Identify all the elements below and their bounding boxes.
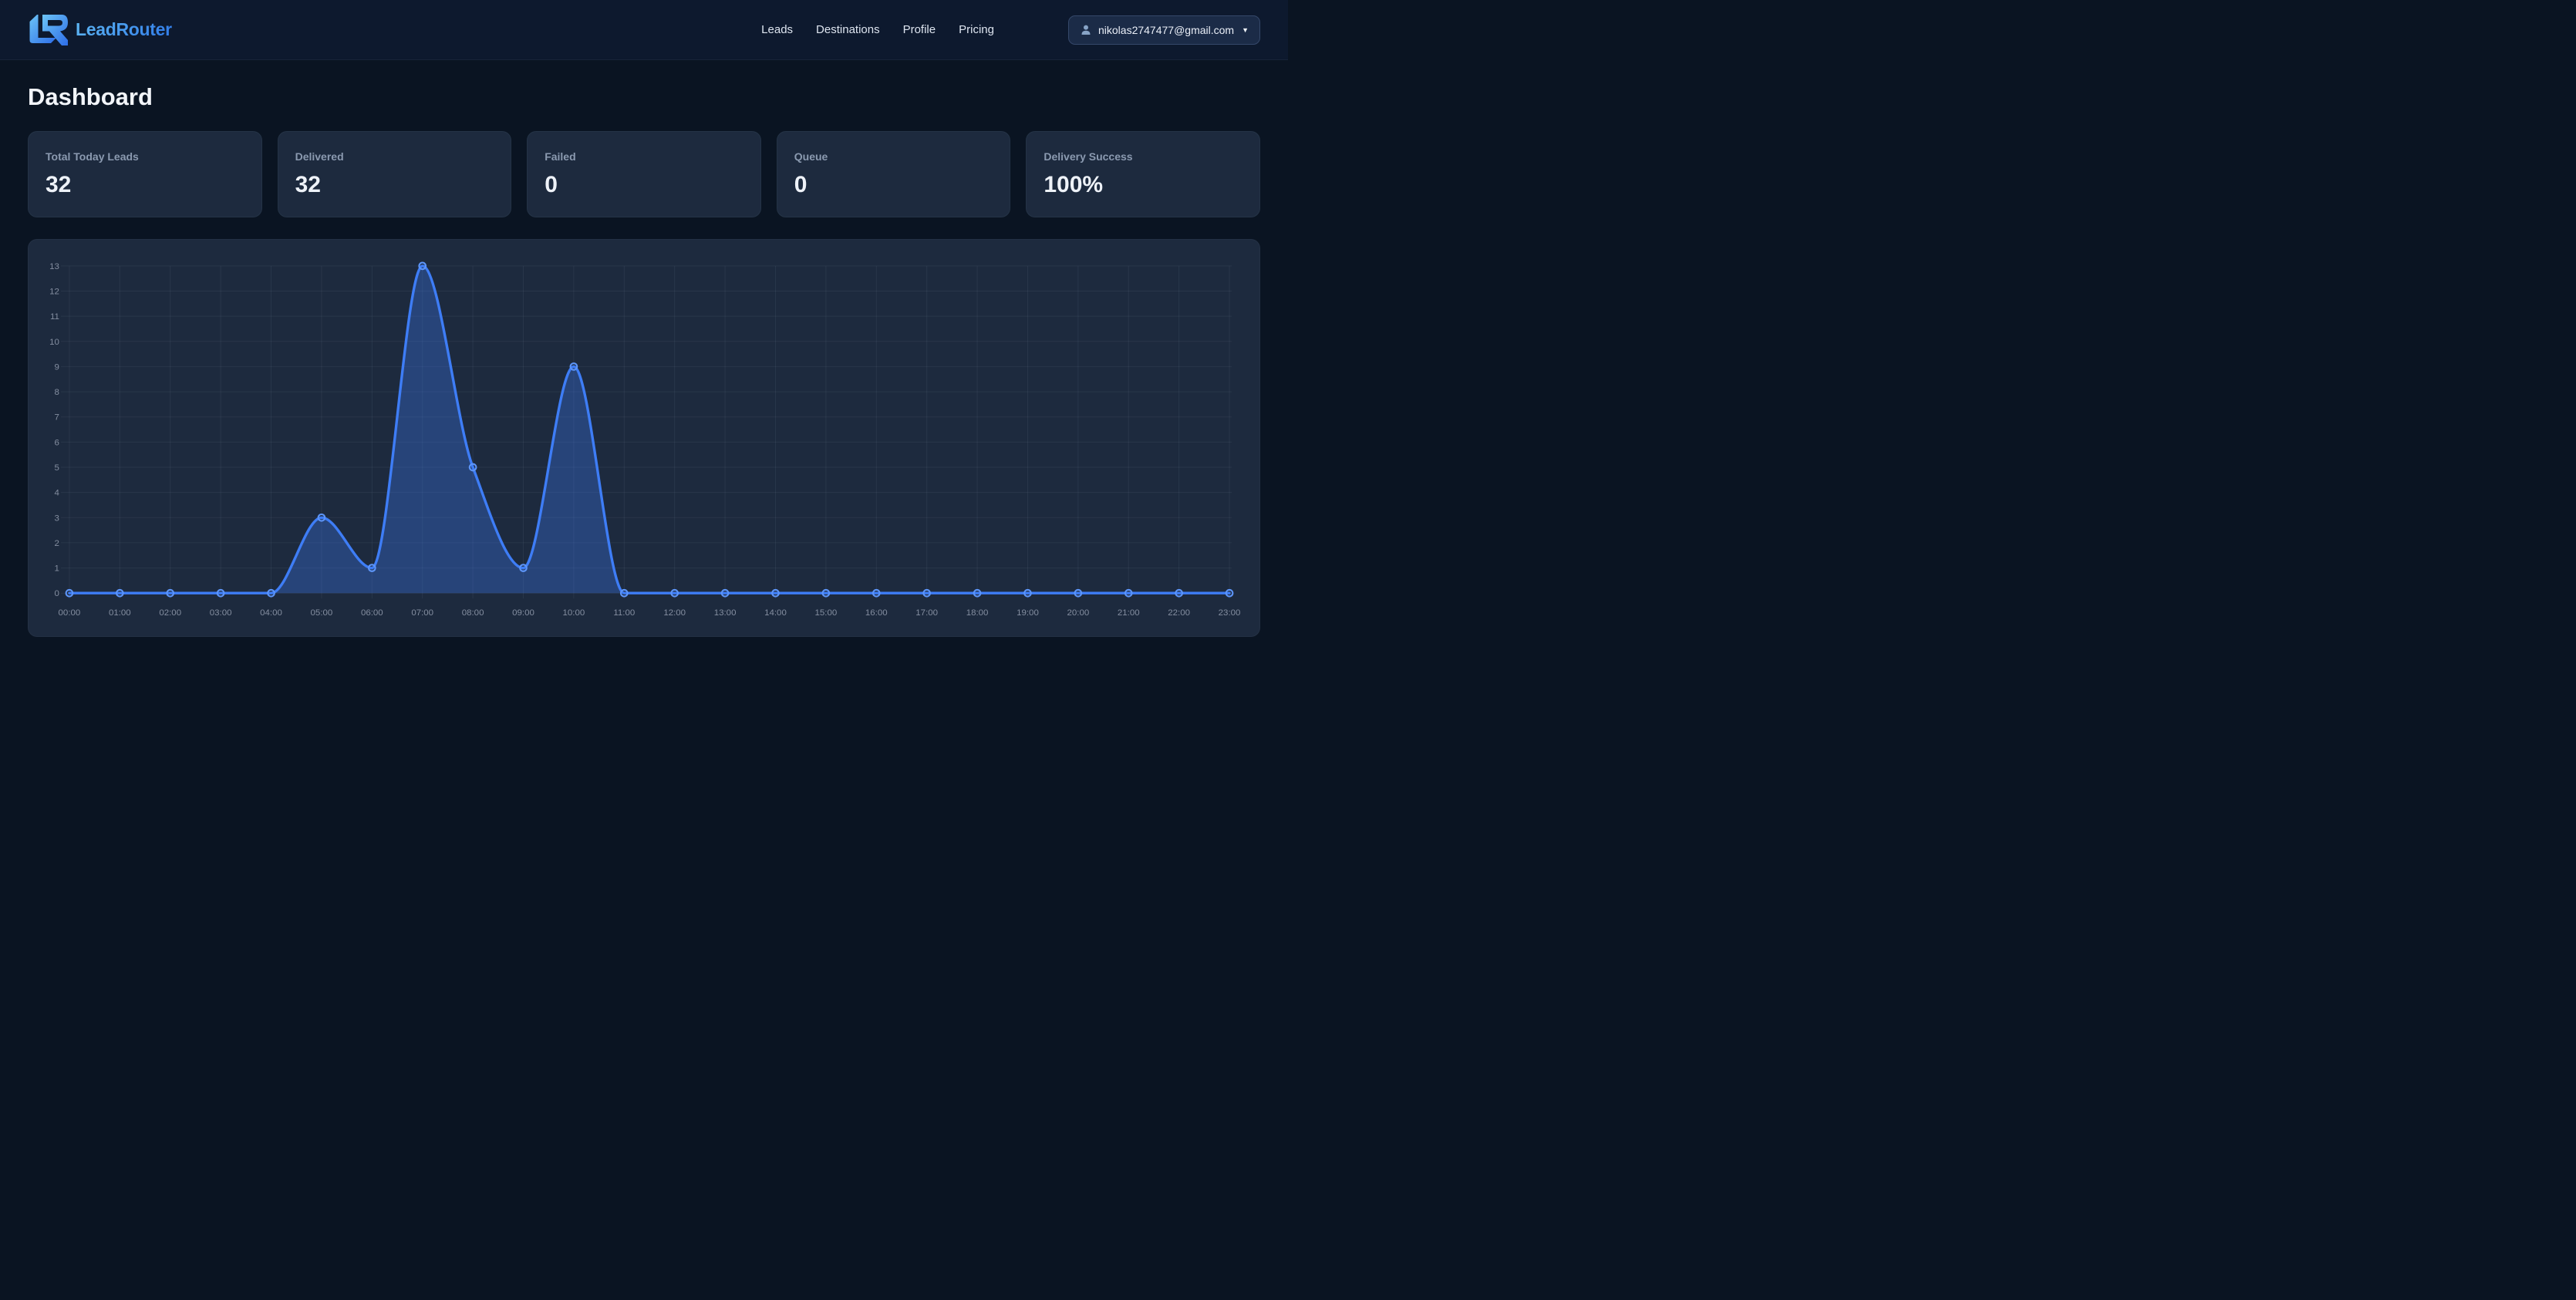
nav-item-leads[interactable]: Leads: [761, 23, 793, 36]
brand[interactable]: LeadRouter: [28, 15, 172, 45]
x-tick-label: 12:00: [663, 608, 686, 618]
stat-label: Delivery Success: [1044, 150, 1242, 163]
x-tick-label: 14:00: [764, 608, 787, 618]
x-tick-label: 23:00: [1219, 608, 1241, 618]
x-tick-label: 09:00: [512, 608, 534, 618]
x-tick-label: 17:00: [915, 608, 938, 618]
stat-value: 32: [46, 172, 244, 198]
x-tick-label: 19:00: [1017, 608, 1039, 618]
y-tick-label: 3: [55, 514, 59, 523]
user-email: nikolas2747477@gmail.com: [1098, 24, 1234, 36]
stat-cards-row: Total Today Leads 32 Delivered 32 Failed…: [28, 131, 1260, 217]
series-line: [69, 266, 1229, 593]
user-menu-button[interactable]: nikolas2747477@gmail.com ▼: [1068, 15, 1260, 45]
x-tick-label: 02:00: [159, 608, 181, 618]
x-tick-label: 15:00: [815, 608, 838, 618]
top-nav-bar: LeadRouter Leads Destinations Profile Pr…: [0, 0, 1288, 60]
nav-item-pricing[interactable]: Pricing: [959, 23, 994, 36]
stat-card-delivered: Delivered 32: [278, 131, 512, 217]
leadrouter-logo-icon: [28, 15, 68, 45]
page-title: Dashboard: [28, 83, 1260, 111]
stat-label: Failed: [545, 150, 743, 163]
user-icon: [1080, 24, 1092, 36]
y-tick-label: 5: [55, 463, 59, 473]
x-tick-label: 10:00: [563, 608, 585, 618]
series-area-fill: [69, 266, 1229, 593]
x-tick-label: 16:00: [865, 608, 888, 618]
stat-value: 100%: [1044, 172, 1242, 198]
x-tick-label: 07:00: [411, 608, 433, 618]
x-tick-label: 06:00: [361, 608, 383, 618]
y-tick-label: 2: [55, 539, 59, 548]
leads-chart-panel: 01234567891011121300:0001:0002:0003:0004…: [28, 239, 1260, 637]
x-tick-label: 08:00: [462, 608, 484, 618]
stat-value: 0: [545, 172, 743, 198]
y-tick-label: 4: [55, 489, 60, 498]
x-tick-label: 13:00: [714, 608, 737, 618]
stat-card-delivery-success: Delivery Success 100%: [1026, 131, 1260, 217]
y-tick-label: 6: [55, 438, 59, 447]
y-tick-label: 0: [55, 589, 59, 598]
x-tick-label: 22:00: [1168, 608, 1190, 618]
main-nav: Leads Destinations Profile Pricing: [761, 23, 994, 36]
stat-value: 32: [295, 172, 494, 198]
stat-card-total-today-leads: Total Today Leads 32: [28, 131, 262, 217]
y-tick-label: 9: [55, 362, 59, 372]
x-tick-label: 18:00: [966, 608, 989, 618]
dashboard-page: Dashboard Total Today Leads 32 Delivered…: [0, 83, 1288, 637]
x-tick-label: 21:00: [1118, 608, 1140, 618]
x-tick-label: 00:00: [59, 608, 81, 618]
stat-card-failed: Failed 0: [527, 131, 761, 217]
brand-name: LeadRouter: [76, 19, 172, 40]
y-tick-label: 13: [49, 262, 59, 271]
x-tick-label: 01:00: [109, 608, 131, 618]
y-tick-label: 10: [49, 338, 59, 347]
x-tick-label: 11:00: [613, 608, 635, 618]
x-tick-label: 04:00: [260, 608, 282, 618]
y-tick-label: 8: [55, 388, 59, 397]
leads-area-chart: 01234567891011121300:0001:0002:0003:0004…: [29, 240, 1259, 636]
x-tick-label: 20:00: [1067, 608, 1089, 618]
y-tick-label: 1: [55, 564, 59, 574]
stat-value: 0: [794, 172, 993, 198]
nav-item-profile[interactable]: Profile: [903, 23, 936, 36]
chevron-down-icon: ▼: [1242, 26, 1249, 34]
stat-label: Delivered: [295, 150, 494, 163]
y-tick-label: 7: [55, 413, 59, 423]
nav-item-destinations[interactable]: Destinations: [816, 23, 880, 36]
y-tick-label: 11: [50, 312, 59, 322]
stat-label: Queue: [794, 150, 993, 163]
x-tick-label: 05:00: [311, 608, 333, 618]
stat-card-queue: Queue 0: [777, 131, 1011, 217]
stat-label: Total Today Leads: [46, 150, 244, 163]
x-tick-label: 03:00: [210, 608, 232, 618]
y-tick-label: 12: [49, 288, 59, 297]
